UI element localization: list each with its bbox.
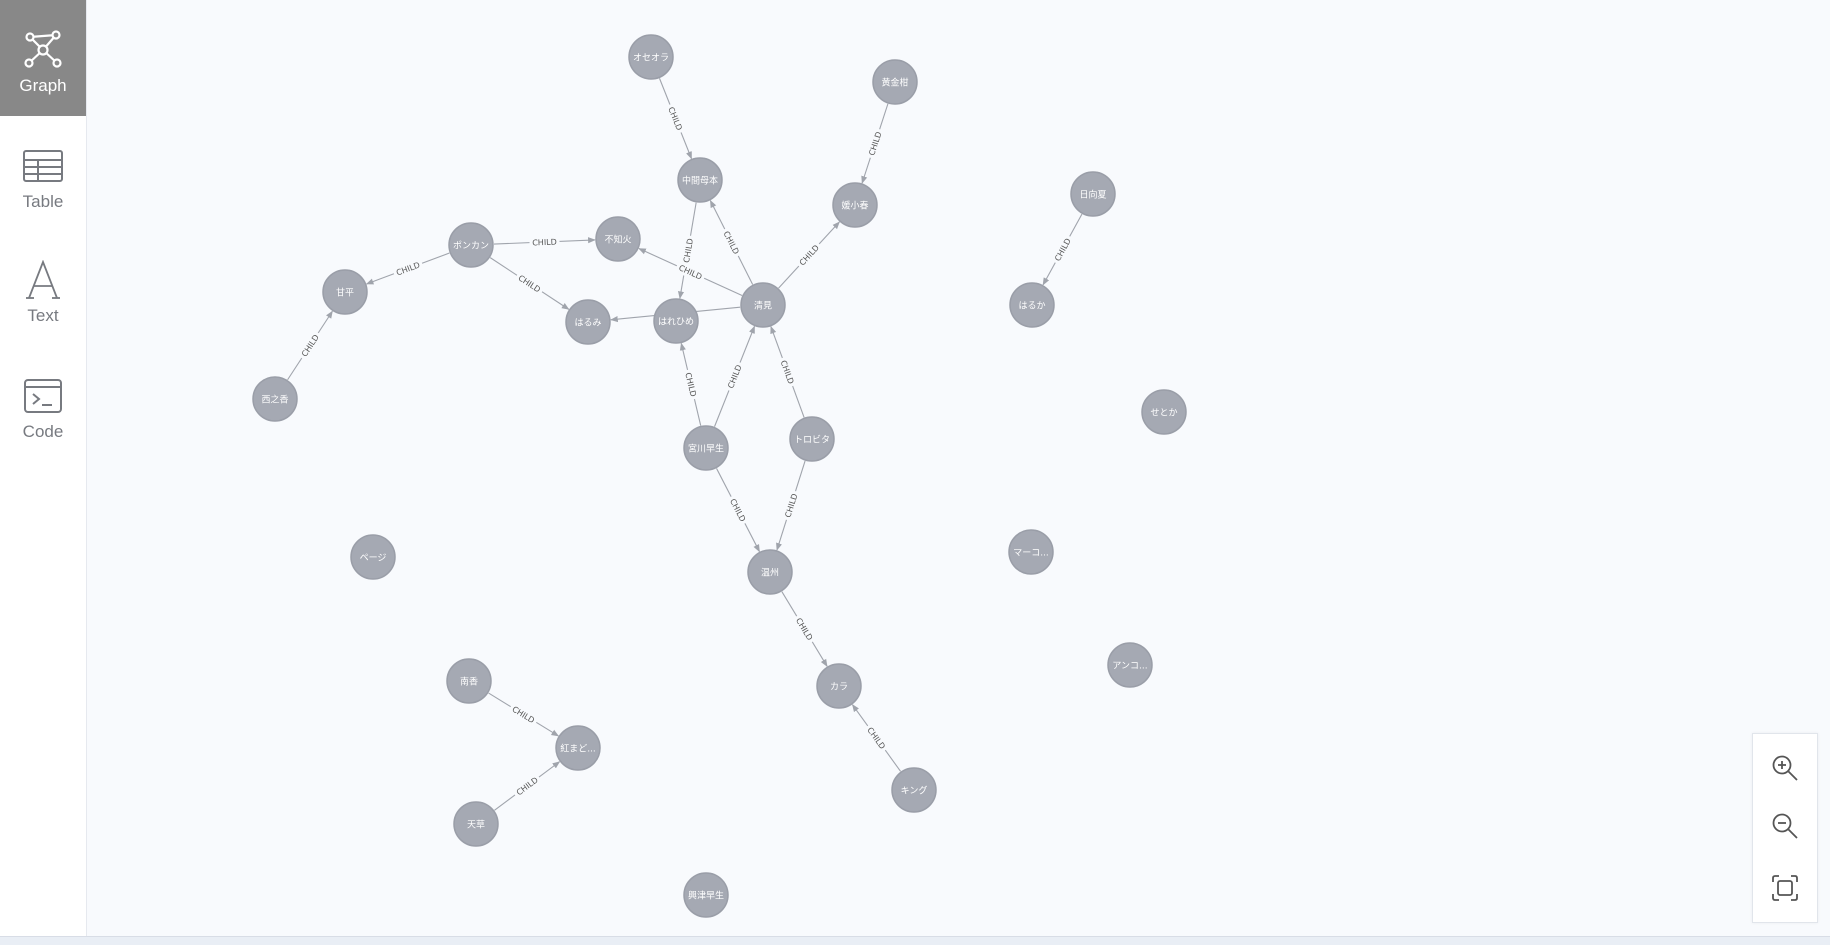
node-label: ポンカン	[453, 241, 489, 252]
node-label: 紅まど...	[560, 744, 596, 755]
node-label: マーコ...	[1013, 549, 1049, 559]
table-icon	[21, 144, 65, 188]
graph-node[interactable]: 不知火	[595, 216, 641, 262]
fit-to-screen-button[interactable]	[1753, 862, 1817, 918]
graph-node[interactable]: ページ	[350, 534, 396, 580]
fit-to-screen-icon	[1771, 874, 1799, 906]
node-label: 日向夏	[1079, 189, 1106, 201]
node-label: 西之香	[261, 394, 288, 406]
tab-text-label: Text	[27, 306, 59, 325]
graph-node[interactable]: 清見	[740, 282, 786, 328]
graph-node[interactable]: 甘平	[322, 269, 368, 315]
relationship-edge[interactable]: CHILD	[861, 103, 889, 184]
node-label: キング	[901, 785, 928, 797]
sidebar: Graph Table Text Code	[0, 0, 87, 936]
graph-node[interactable]: マーコ...	[1008, 529, 1054, 575]
graph-node[interactable]: トロビタ	[789, 416, 835, 462]
node-label: 中間母本	[682, 175, 718, 187]
graph-node[interactable]: 天草	[453, 801, 499, 847]
relationship-edge[interactable]: CHILD	[677, 202, 697, 300]
tab-code[interactable]: Code	[0, 346, 86, 462]
graph-node[interactable]: 中間母本	[677, 157, 723, 203]
node-label: カラ	[830, 682, 848, 693]
node-label: ページ	[360, 554, 387, 564]
zoom-out-icon	[1771, 812, 1799, 844]
graph-node[interactable]: キング	[891, 767, 937, 813]
node-label: 温州	[761, 568, 779, 579]
graph-node[interactable]: アンコ...	[1107, 642, 1153, 688]
relationship-edge[interactable]: CHILD	[1042, 213, 1083, 286]
relationship-edge[interactable]: CHILD	[659, 78, 692, 160]
relationship-edge[interactable]: CHILD	[781, 591, 828, 667]
zoom-controls	[1752, 733, 1818, 923]
node-label: はるみ	[574, 318, 601, 329]
graph-node[interactable]: はるみ	[565, 299, 611, 345]
relationship-edge[interactable]: CHILD	[714, 325, 755, 427]
graph-node[interactable]: 南香	[446, 658, 492, 704]
graph-canvas[interactable]: CHILD CHILD CHILD CHILD CHILD CHILD CHILD CHILD…	[87, 0, 1830, 936]
zoom-in-button[interactable]	[1753, 742, 1817, 798]
code-icon	[21, 374, 65, 418]
graph-node[interactable]: 紅まど...	[555, 725, 601, 771]
relationship-edge[interactable]: CHILD	[488, 692, 560, 737]
graph-node[interactable]: ポンカン	[448, 222, 494, 268]
node-label: はれひめ	[658, 317, 694, 328]
node-label: 天草	[467, 819, 485, 831]
relationship-edge[interactable]: CHILD	[770, 325, 805, 418]
graph-node[interactable]: 日向夏	[1070, 171, 1116, 217]
node-label: オセオラ	[633, 53, 669, 64]
relationship-edge[interactable]: CHILD	[493, 235, 596, 249]
graph-icon	[21, 28, 65, 72]
relationship-edge[interactable]: CHILD	[778, 221, 840, 289]
relationship-edge[interactable]: CHILD	[776, 460, 806, 551]
tab-code-label: Code	[22, 422, 64, 441]
text-icon	[21, 258, 65, 302]
graph-node[interactable]: はるか	[1009, 282, 1055, 328]
node-label: 不知火	[604, 234, 631, 246]
node-label: 南香	[460, 676, 478, 688]
node-label: 黄金柑	[881, 77, 908, 89]
relationship-edge[interactable]: CHILD	[852, 704, 901, 772]
graph-node[interactable]: 興津早生	[683, 872, 729, 918]
tab-table-label: Table	[22, 192, 64, 211]
relationship-edge[interactable]: CHILD	[716, 468, 760, 553]
node-label: 興津早生	[688, 890, 724, 902]
node-label: トロビタ	[794, 435, 830, 446]
node-label: アンコ...	[1112, 662, 1147, 672]
node-label: 甘平	[336, 287, 354, 299]
relationship-edge[interactable]: CHILD	[287, 310, 333, 381]
tab-text[interactable]: Text	[0, 230, 86, 346]
graph-node[interactable]: 西之香	[252, 376, 298, 422]
relationship-edge[interactable]: CHILD	[494, 761, 561, 811]
zoom-out-button[interactable]	[1753, 800, 1817, 856]
graph-node[interactable]: 宮川早生	[683, 425, 729, 471]
graph-node[interactable]: 温州	[747, 549, 793, 595]
tab-graph-label: Graph	[19, 76, 67, 95]
zoom-in-icon	[1771, 754, 1799, 786]
node-label: せとか	[1150, 408, 1177, 419]
graph-visualization[interactable]: CHILD CHILD CHILD CHILD CHILD CHILD CHILD CHILD…	[87, 0, 1830, 936]
node-label: はるか	[1018, 301, 1045, 312]
relationship-edge[interactable]: CHILD	[489, 257, 570, 310]
relationship-label: CHILD	[532, 238, 557, 248]
graph-node[interactable]: 黄金柑	[872, 59, 918, 105]
tab-table[interactable]: Table	[0, 116, 86, 232]
node-label: 媛小春	[841, 200, 868, 212]
node-label: 清見	[754, 300, 772, 312]
relationship-edge[interactable]: CHILD	[365, 252, 450, 285]
graph-node[interactable]: オセオラ	[628, 34, 674, 80]
graph-node[interactable]: はれひめ	[653, 298, 699, 344]
relationship-edge[interactable]: CHILD	[709, 199, 754, 285]
graph-node[interactable]: 媛小春	[832, 182, 878, 228]
tab-graph[interactable]: Graph	[0, 0, 86, 116]
node-label: 宮川早生	[688, 443, 724, 455]
relationship-edge[interactable]: CHILD	[679, 342, 702, 426]
graph-node[interactable]: せとか	[1141, 389, 1187, 435]
graph-node[interactable]: カラ	[816, 663, 862, 709]
